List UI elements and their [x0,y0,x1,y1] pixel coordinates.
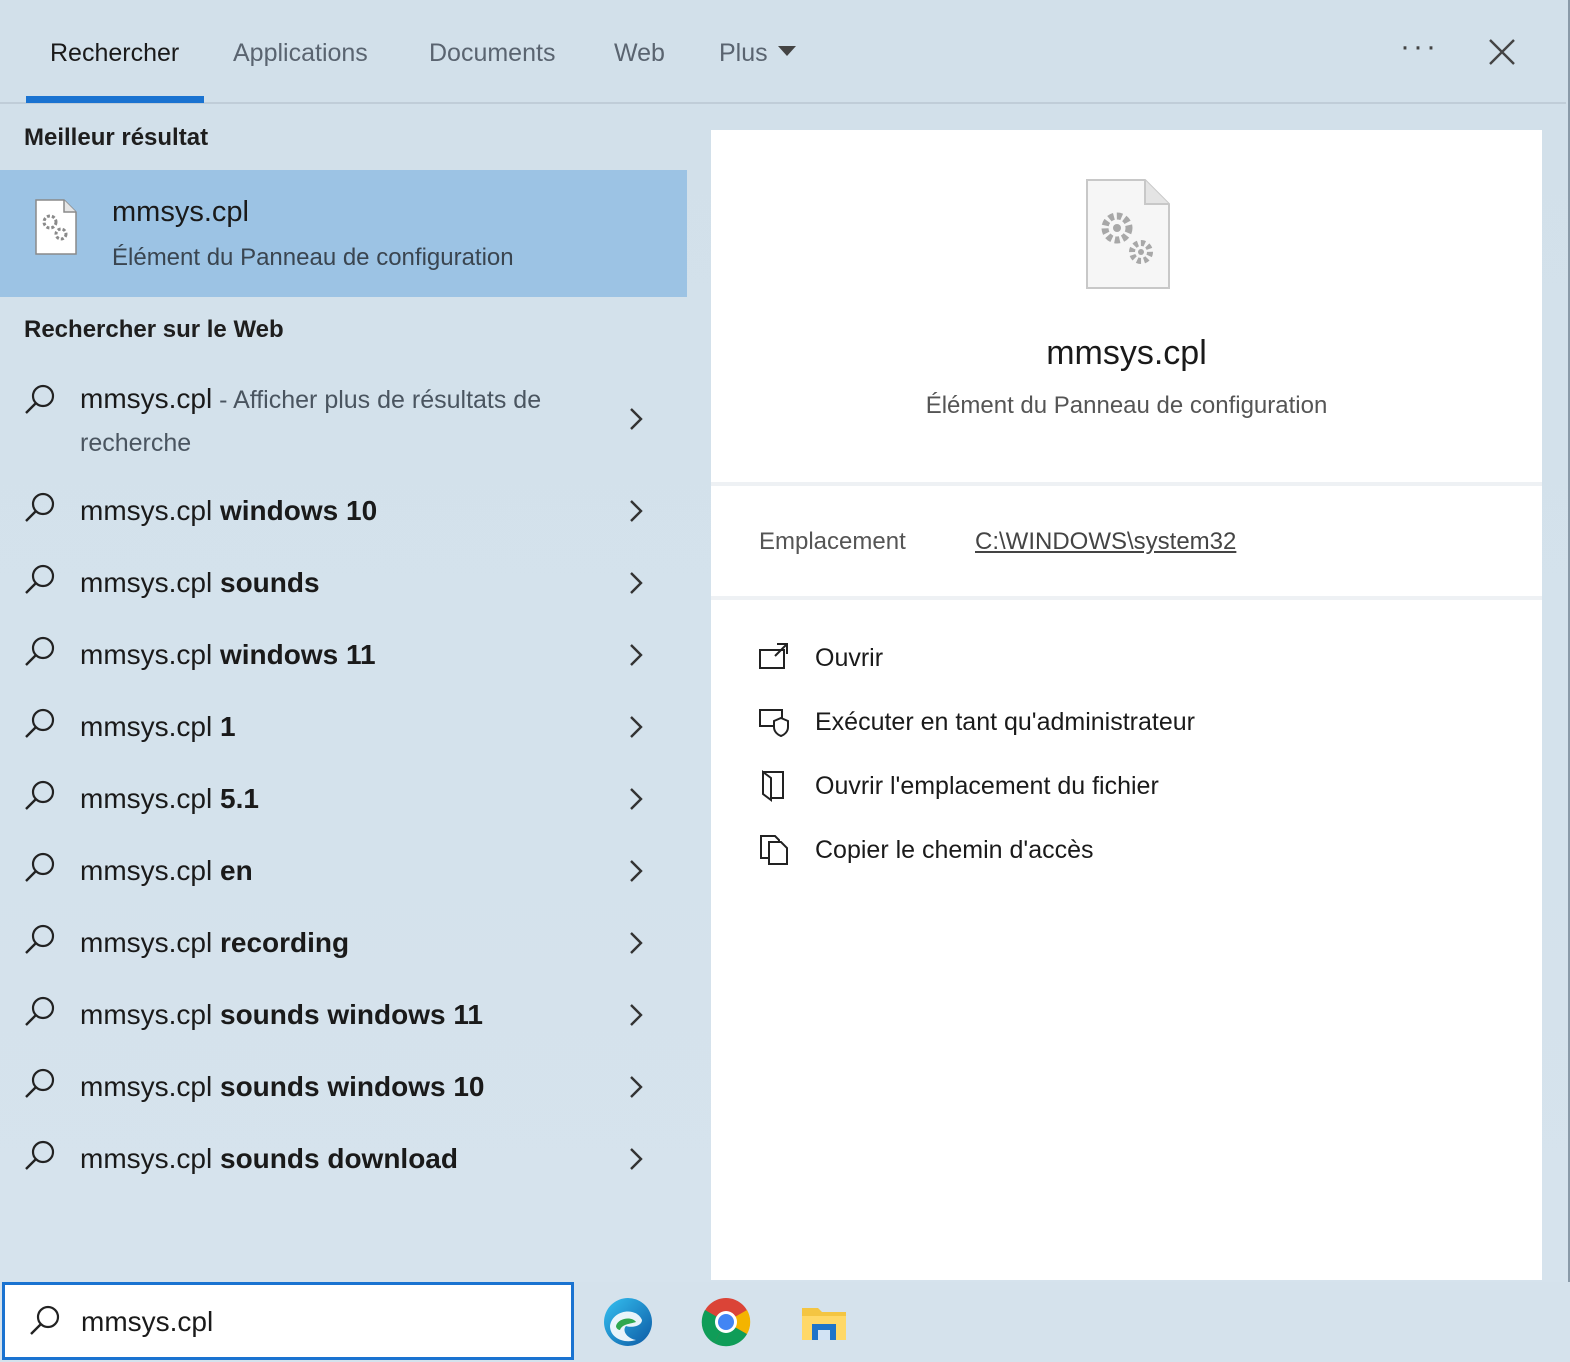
best-result-name: mmsys.cpl [112,196,249,228]
web-result-text: mmsys.cpl sounds download [80,1143,458,1174]
chevron-right-icon [630,1004,643,1026]
run-as-admin-icon [759,709,789,738]
web-result-text: mmsys.cpl windows 11 [80,639,376,670]
search-icon [25,708,55,738]
search-window: Rechercher Applications Documents Web Pl… [0,0,1570,1282]
chevron-right-icon [630,500,643,522]
search-icon [25,780,55,810]
web-result-item[interactable]: mmsys.cpl sounds download [0,1138,687,1188]
chevron-right-icon [630,644,643,666]
tab-bar: Rechercher Applications Documents Web Pl… [0,0,1566,104]
search-icon [25,852,55,882]
chevron-right-icon [630,788,643,810]
chrome-icon[interactable] [700,1296,752,1348]
search-icon [25,996,55,1026]
search-icon [30,1305,60,1335]
control-panel-file-icon [35,199,77,255]
best-result-type: Élément du Panneau de configuration [112,244,514,271]
web-result-item[interactable]: mmsys.cpl - Afficher plus de résultats d… [0,376,687,476]
web-result-item[interactable]: mmsys.cpl 5.1 [0,778,687,828]
web-result-text: mmsys.cpl sounds windows 11 [80,999,483,1030]
chevron-right-icon [630,716,643,738]
web-result-text: mmsys.cpl - Afficher plus de résultats d… [80,383,542,457]
best-result-heading: Meilleur résultat [24,124,209,151]
search-icon [25,636,55,666]
web-result-text: mmsys.cpl sounds windows 10 [80,1071,485,1102]
action-label: Exécuter en tant qu'administrateur [815,708,1195,736]
tab-web[interactable]: Web [614,36,665,76]
copy-path-icon [760,835,788,865]
web-result-item[interactable]: mmsys.cpl sounds [0,562,687,612]
web-result-item[interactable]: mmsys.cpl sounds windows 11 [0,994,687,1044]
web-result-item[interactable]: mmsys.cpl windows 11 [0,634,687,684]
open-icon [759,643,788,669]
tab-documents[interactable]: Documents [429,36,555,76]
open-file-location-icon [762,770,784,802]
search-icon [25,492,55,522]
location-label: Emplacement [759,528,906,555]
more-options-button[interactable]: ··· [1400,30,1439,64]
search-icon [25,564,55,594]
web-result-item[interactable]: mmsys.cpl sounds windows 10 [0,1066,687,1116]
web-result-item[interactable]: mmsys.cpl recording [0,922,687,972]
active-tab-indicator [26,96,204,103]
chevron-right-icon [630,932,643,954]
web-result-item[interactable]: mmsys.cpl en [0,850,687,900]
action-open[interactable]: Ouvrir [757,636,1457,680]
search-icon [25,1068,55,1098]
tab-plus-label: Plus [719,39,768,67]
edge-icon[interactable] [602,1296,654,1348]
web-result-text: mmsys.cpl windows 10 [80,495,378,526]
chevron-right-icon [630,408,643,430]
action-open-file-location[interactable]: Ouvrir l'emplacement du fichier [757,764,1457,808]
detail-pane: mmsys.cpl Élément du Panneau de configur… [711,130,1542,1280]
web-result-text: mmsys.cpl en [80,855,253,886]
file-explorer-icon[interactable] [798,1296,850,1348]
search-icon [25,924,55,954]
divider [711,596,1542,600]
close-icon[interactable] [1486,36,1518,68]
detail-type: Élément du Panneau de configuration [925,392,1328,419]
web-result-text: mmsys.cpl 5.1 [80,783,259,814]
action-label: Copier le chemin d'accès [815,836,1094,864]
web-result-text: mmsys.cpl recording [80,927,350,958]
tab-plus[interactable]: Plus [719,36,796,76]
taskbar [0,1282,1570,1362]
web-results-heading: Rechercher sur le Web [24,316,284,343]
chevron-right-icon [630,1076,643,1098]
action-run-as-admin[interactable]: Exécuter en tant qu'administrateur [757,700,1457,744]
chevron-right-icon [630,572,643,594]
web-result-text: mmsys.cpl sounds [80,567,320,598]
caret-down-icon [777,46,796,57]
best-result-item[interactable]: mmsys.cpl Élément du Panneau de configur… [0,170,687,297]
tab-applications[interactable]: Applications [233,36,368,76]
divider [711,482,1542,486]
taskbar-search-box[interactable] [2,1282,574,1360]
search-icon [25,1140,55,1170]
control-panel-file-icon [1086,179,1170,289]
action-label: Ouvrir l'emplacement du fichier [815,772,1159,800]
web-result-item[interactable]: mmsys.cpl 1 [0,706,687,756]
action-label: Ouvrir [815,644,884,672]
action-copy-path[interactable]: Copier le chemin d'accès [757,828,1457,872]
search-input[interactable] [81,1299,551,1345]
web-result-text: mmsys.cpl 1 [80,711,236,742]
detail-name: mmsys.cpl [1046,334,1207,372]
chevron-right-icon [630,1148,643,1170]
location-link[interactable]: C:\WINDOWS\system32 [975,528,1236,556]
chevron-right-icon [630,860,643,882]
tab-rechercher[interactable]: Rechercher [50,36,179,76]
web-result-item[interactable]: mmsys.cpl windows 10 [0,490,687,540]
search-icon [25,384,55,414]
